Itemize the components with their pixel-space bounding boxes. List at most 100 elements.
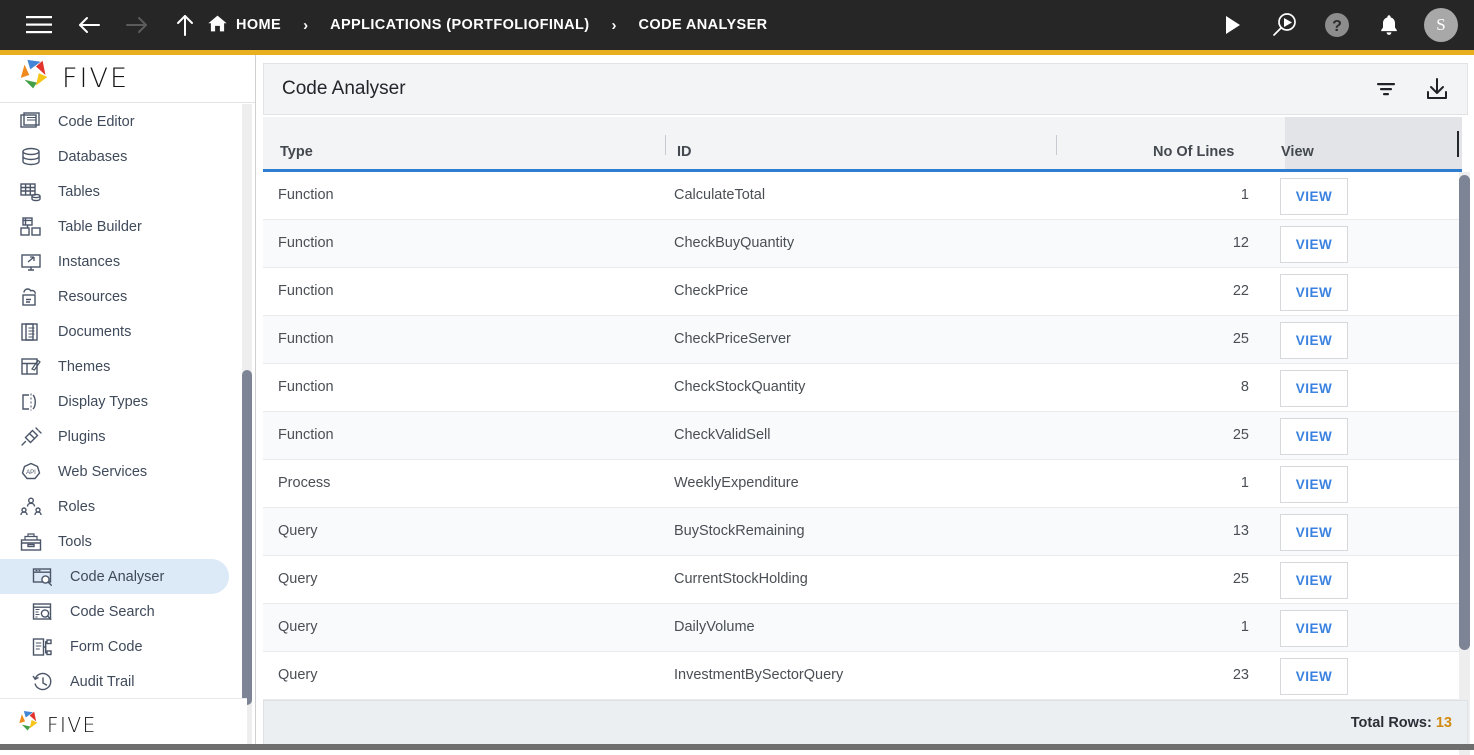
user-avatar[interactable]: S [1424, 8, 1458, 42]
cell-id: BuyStockRemaining [674, 523, 805, 539]
window-bottom-strip [0, 744, 1474, 750]
sidebar-item-roles[interactable]: Roles [0, 489, 247, 524]
column-divider-1[interactable] [665, 135, 666, 155]
view-button[interactable]: VIEW [1280, 658, 1348, 695]
sidebar-item-label: Plugins [58, 429, 106, 445]
view-button[interactable]: VIEW [1280, 370, 1348, 407]
sidebar-item-tables[interactable]: Tables [0, 174, 247, 209]
column-divider-2[interactable] [1056, 135, 1057, 155]
cell-no-of-lines: 12 [1143, 235, 1249, 251]
sidebar-item-tools[interactable]: Tools [0, 524, 247, 559]
download-icon[interactable] [1425, 77, 1449, 101]
sidebar-item-code-editor[interactable]: Code Editor [0, 104, 247, 139]
cell-no-of-lines: 1 [1143, 619, 1249, 635]
table-row[interactable]: QueryDailyVolume1VIEW [263, 604, 1462, 652]
table-row[interactable]: FunctionCheckPrice22VIEW [263, 268, 1462, 316]
table-row[interactable]: FunctionCheckPriceServer25VIEW [263, 316, 1462, 364]
cell-type: Function [278, 427, 334, 443]
tables-icon [16, 179, 46, 205]
sidebar-item-table-builder[interactable]: Table Builder [0, 209, 247, 244]
cell-id: InvestmentBySectorQuery [674, 667, 843, 683]
sidebar-item-code-analyser[interactable]: Code Analyser [0, 559, 229, 594]
table-row[interactable]: QueryInvestmentBySectorQuery23VIEW [263, 652, 1462, 700]
cell-type: Function [278, 331, 334, 347]
sidebar-item-documents[interactable]: Documents [0, 314, 247, 349]
breadcrumb-item-applications[interactable]: APPLICATIONS (PORTFOLIOFINAL) [330, 17, 589, 33]
table-builder-icon [16, 214, 46, 240]
cell-id: CalculateTotal [674, 187, 765, 203]
view-button[interactable]: VIEW [1280, 418, 1348, 455]
cell-type: Query [278, 523, 318, 539]
breadcrumb-item-code-analyser[interactable]: CODE ANALYSER [639, 17, 768, 33]
column-header-id[interactable]: ID [677, 144, 692, 160]
sidebar-item-label: Web Services [58, 464, 147, 480]
cell-type: Function [278, 187, 334, 203]
breadcrumb-item-home[interactable]: HOME [208, 15, 281, 36]
view-button[interactable]: VIEW [1280, 514, 1348, 551]
sidebar-item-form-code[interactable]: Form Code [0, 629, 247, 664]
view-button[interactable]: VIEW [1280, 610, 1348, 647]
table-row[interactable]: FunctionCheckValidSell25VIEW [263, 412, 1462, 460]
sidebar-item-plugins[interactable]: Plugins [0, 419, 247, 454]
run-icon[interactable] [1216, 8, 1250, 42]
code-editor-icon [16, 109, 46, 135]
breadcrumb-label-home: HOME [236, 17, 281, 33]
column-divider-3[interactable] [1457, 131, 1459, 157]
table-footer: Total Rows: 13 [263, 700, 1468, 746]
table-row[interactable]: FunctionCheckStockQuantity8VIEW [263, 364, 1462, 412]
column-header-no-of-lines[interactable]: No Of Lines [1153, 144, 1234, 160]
sidebar-item-code-search[interactable]: Code Search [0, 594, 247, 629]
forward-arrow-icon[interactable] [120, 8, 154, 42]
cell-type: Function [278, 235, 334, 251]
sidebar-item-themes[interactable]: Themes [0, 349, 247, 384]
total-rows-value: 13 [1436, 715, 1452, 731]
sidebar-item-instances[interactable]: Instances [0, 244, 247, 279]
main-content: Code Analyser Type ID No O [257, 55, 1474, 750]
table-row[interactable]: QueryCurrentStockHolding25VIEW [263, 556, 1462, 604]
sidebar-item-resources[interactable]: Resources [0, 279, 247, 314]
tools-icon [16, 529, 46, 555]
sidebar-item-label: Documents [58, 324, 131, 340]
sidebar-item-web-services[interactable]: APIWeb Services [0, 454, 247, 489]
table-row[interactable]: FunctionCheckBuyQuantity12VIEW [263, 220, 1462, 268]
view-button[interactable]: VIEW [1280, 562, 1348, 599]
table-row[interactable]: Query BuyStockRemaining 13 VIEW [263, 508, 1462, 556]
sidebar-item-label: Code Search [70, 604, 155, 620]
sidebar-footer-logo: FIVE [0, 698, 247, 750]
view-button[interactable]: VIEW [1280, 226, 1348, 263]
filter-icon[interactable] [1375, 80, 1397, 98]
up-arrow-icon[interactable] [168, 8, 202, 42]
cell-id: CheckPrice [674, 283, 748, 299]
back-arrow-icon[interactable] [72, 8, 106, 42]
sidebar-item-display-types[interactable]: Display Types [0, 384, 247, 419]
table-row[interactable]: FunctionCalculateTotal1VIEW [263, 172, 1462, 220]
sidebar-scrollbar-thumb[interactable] [242, 370, 252, 705]
sidebar-item-label: Tables [58, 184, 100, 200]
search-run-icon[interactable] [1268, 8, 1302, 42]
cell-type: Function [278, 379, 334, 395]
resources-icon [16, 284, 46, 310]
sidebar-item-databases[interactable]: Databases [0, 139, 247, 174]
view-button[interactable]: VIEW [1280, 466, 1348, 503]
panel-header-tools [1375, 77, 1449, 101]
sidebar-item-label: Roles [58, 499, 95, 515]
column-header-view[interactable]: View [1281, 144, 1314, 160]
cell-no-of-lines: 13 [1143, 523, 1249, 539]
five-logo-mark-small-icon [16, 709, 42, 740]
view-button[interactable]: VIEW [1280, 178, 1348, 215]
column-header-type[interactable]: Type [280, 144, 313, 160]
view-button[interactable]: VIEW [1280, 274, 1348, 311]
code-search-icon [28, 599, 58, 625]
sidebar-item-audit-trail[interactable]: Audit Trail [0, 664, 247, 698]
cell-id: CheckStockQuantity [674, 379, 805, 395]
notifications-bell-icon[interactable] [1372, 8, 1406, 42]
view-button[interactable]: VIEW [1280, 322, 1348, 359]
table-row[interactable]: ProcessWeeklyExpenditure1VIEW [263, 460, 1462, 508]
table-header-row: Type ID No Of Lines View [263, 117, 1462, 172]
sidebar-nav-list: Code EditorDatabases Tables Table BuilderI… [0, 104, 247, 698]
help-icon[interactable]: ? [1320, 8, 1354, 42]
hamburger-menu-icon[interactable] [22, 8, 56, 42]
table-scrollbar-thumb[interactable] [1459, 175, 1470, 650]
cell-id: DailyVolume [674, 619, 755, 635]
panel-header: Code Analyser [263, 63, 1468, 115]
